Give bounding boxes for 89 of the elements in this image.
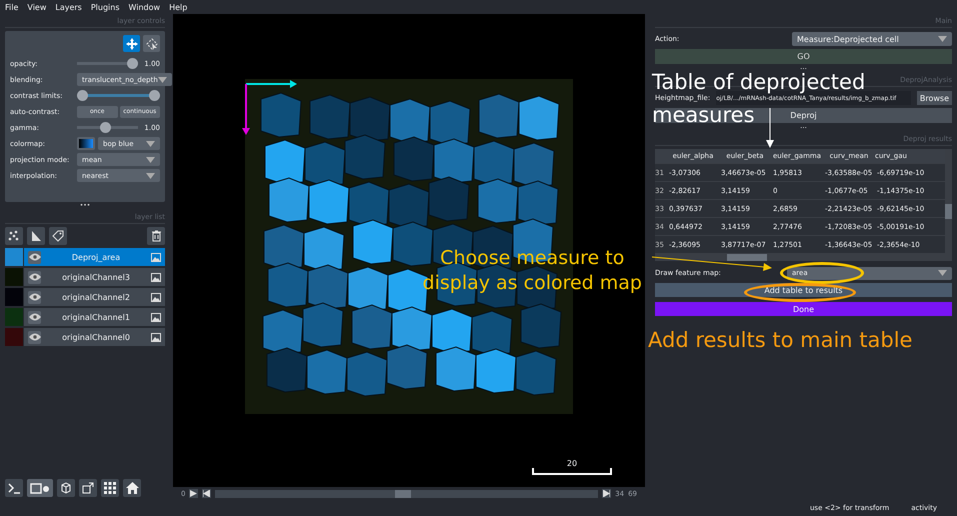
caret-icon [938, 270, 947, 276]
visibility-toggle[interactable] [28, 330, 41, 344]
eye-icon [28, 253, 40, 261]
layer-item[interactable]: Deproj_area [24, 248, 165, 266]
action-dropdown[interactable]: Measure:Deprojected cell [792, 32, 952, 46]
range-slider[interactable] [77, 90, 160, 101]
dims-slider-thumb[interactable] [395, 490, 412, 498]
annotation-text: Table of deprojected [652, 72, 866, 93]
browse-button[interactable]: Browse [916, 91, 952, 105]
slider-thumb[interactable] [100, 122, 111, 133]
visibility-toggle[interactable] [28, 310, 41, 324]
visibility-toggle[interactable] [28, 270, 41, 284]
done-button[interactable]: Done [655, 302, 952, 316]
menu-item[interactable]: Plugins [90, 2, 120, 12]
grid-button[interactable] [101, 479, 119, 497]
caret-icon [938, 36, 947, 42]
menu-item[interactable]: Layers [55, 2, 82, 12]
transform-icon [146, 38, 158, 50]
points-icon [8, 230, 20, 242]
move-button[interactable] [123, 35, 140, 52]
home-button[interactable] [123, 479, 141, 497]
step-back-icon [203, 490, 210, 497]
trash-icon [150, 230, 162, 242]
image-icon [151, 252, 161, 262]
horizontal-scrollbar[interactable] [655, 254, 952, 261]
image-icon [151, 292, 161, 302]
step-forward-icon [603, 490, 610, 497]
scale-bar-label: 20 [566, 459, 578, 468]
console-button[interactable] [5, 479, 23, 497]
square-circle-icon [30, 482, 50, 494]
vertical-scrollbar[interactable] [945, 149, 952, 254]
layer-item[interactable]: originalChannel0 [24, 328, 165, 346]
ndisplay-button[interactable] [27, 479, 53, 497]
grid-icon [104, 482, 116, 494]
terminal-icon [8, 482, 20, 494]
caret-icon [146, 140, 155, 146]
play-button[interactable] [189, 489, 198, 498]
cube-icon [60, 482, 72, 494]
add-table-button[interactable]: Add table to results [655, 283, 952, 297]
visibility-toggle[interactable] [28, 250, 41, 264]
dims-slider-track[interactable] [215, 490, 598, 498]
transpose-button[interactable] [79, 479, 97, 497]
new-shapes-layer-button[interactable] [27, 227, 45, 245]
eye-icon [28, 293, 40, 301]
image-icon [151, 332, 161, 342]
caret-icon [146, 156, 155, 162]
colormap-swatch[interactable] [77, 137, 95, 150]
eye-icon [28, 273, 40, 281]
eye-icon [28, 313, 40, 321]
layer-name: originalChannel1 [61, 312, 131, 322]
caret-icon [158, 76, 167, 82]
menu-item[interactable]: Help [169, 2, 188, 12]
layer-name: originalChannel3 [61, 272, 131, 282]
image-icon [151, 272, 161, 282]
image-icon [151, 312, 161, 322]
triangle-icon [30, 230, 42, 242]
axes-drawing [245, 83, 297, 135]
layer-name: Deproj_area [70, 252, 122, 262]
transform-button[interactable] [143, 35, 160, 52]
delete-button[interactable] [147, 227, 165, 245]
new-labels-layer-button[interactable] [49, 227, 67, 245]
annotation-text: display as colored map [422, 274, 642, 293]
visibility-toggle[interactable] [28, 290, 41, 304]
home-icon [126, 482, 138, 494]
layer-item[interactable]: originalChannel1 [24, 308, 165, 326]
go-button[interactable]: GO [655, 49, 952, 64]
menu-item[interactable]: File [5, 2, 18, 12]
move-arrows-icon [126, 38, 138, 50]
transpose-icon [82, 482, 94, 494]
layer-name: originalChannel2 [61, 292, 131, 302]
menu-item[interactable]: Window [128, 2, 160, 12]
roll-button[interactable] [57, 479, 75, 497]
layer-item[interactable]: originalChannel2 [24, 288, 165, 306]
annotation-text: Choose measure to [440, 249, 624, 268]
annotation-arrow [766, 108, 774, 148]
new-points-layer-button[interactable] [5, 227, 23, 245]
slider-thumb[interactable] [127, 58, 138, 69]
step-forward-button[interactable] [602, 489, 612, 498]
image-canvas[interactable]: 20 Choose measure to display as colored map [173, 14, 645, 487]
annotation-text: Add results to main table [648, 330, 912, 351]
layer-name: originalChannel0 [61, 332, 131, 342]
annotation-text: measures [652, 105, 755, 126]
layer-item[interactable]: originalChannel3 [24, 268, 165, 286]
step-back-button[interactable] [202, 489, 212, 498]
tag-icon [52, 230, 64, 242]
menu-item[interactable]: View [27, 2, 46, 12]
caret-icon [146, 172, 155, 178]
eye-icon [28, 333, 40, 341]
play-icon [190, 490, 198, 497]
